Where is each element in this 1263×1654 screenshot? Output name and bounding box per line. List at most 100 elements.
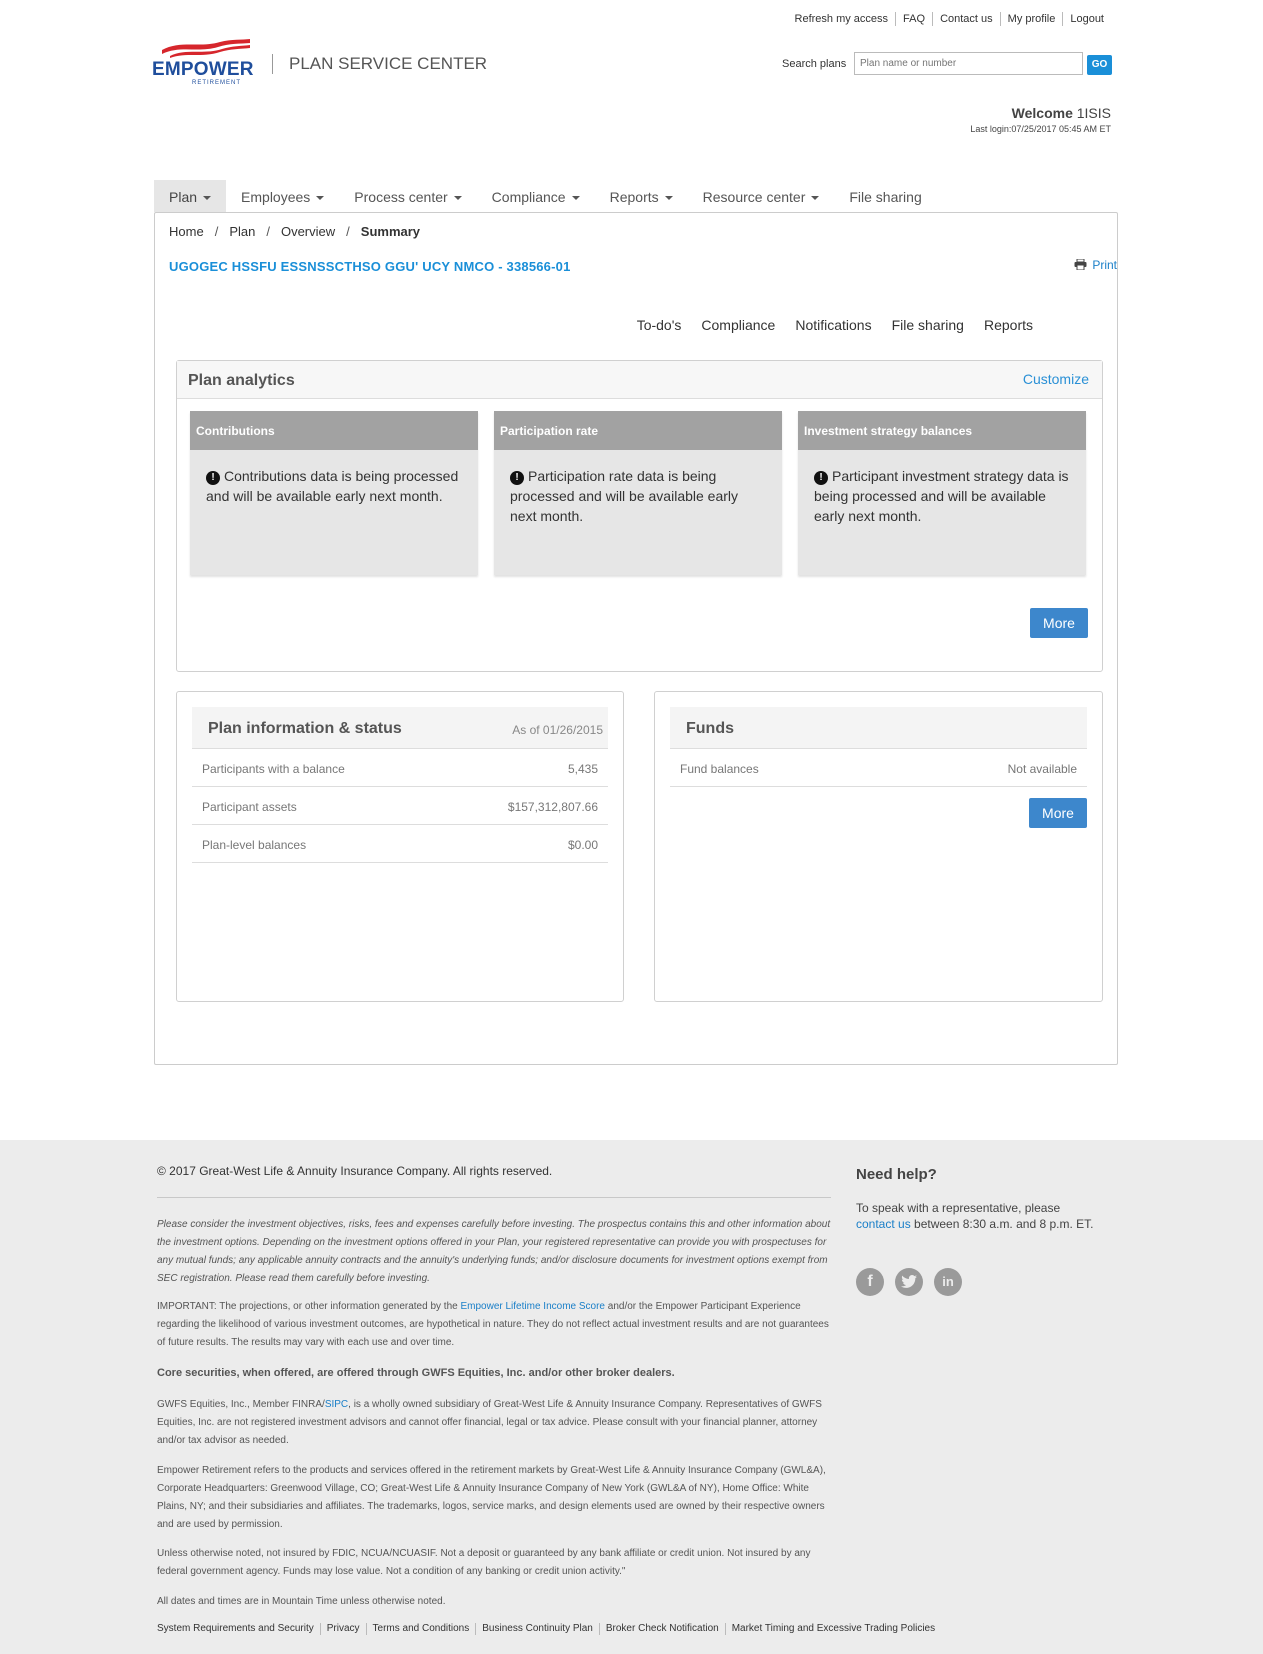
- search-plans-input[interactable]: [854, 52, 1083, 75]
- subnav-notifications[interactable]: Notifications: [795, 317, 871, 333]
- nav-plan[interactable]: Plan: [154, 180, 227, 212]
- faq-link[interactable]: FAQ: [895, 12, 932, 26]
- nav-file-sharing[interactable]: File sharing: [834, 180, 936, 212]
- footer-divider: [157, 1197, 831, 1198]
- search-go-button[interactable]: GO: [1087, 55, 1112, 75]
- funds-header: Funds: [670, 707, 1087, 749]
- lifetime-income-score-link[interactable]: Empower Lifetime Income Score: [460, 1301, 605, 1312]
- logout-link[interactable]: Logout: [1062, 12, 1111, 26]
- exclamation-icon: !: [814, 471, 828, 485]
- printer-icon: [1074, 259, 1087, 270]
- gwfs-text: GWFS Equities, Inc., Member FINRA/: [157, 1399, 325, 1410]
- welcome-label: Welcome: [1011, 105, 1073, 121]
- flag-icon: [162, 39, 250, 58]
- customize-link[interactable]: Customize: [1023, 371, 1089, 387]
- breadcrumb-overview[interactable]: Overview: [281, 224, 335, 239]
- nav-reports-label: Reports: [609, 189, 659, 205]
- plan-analytics-panel: Plan analytics Customize Contributions !…: [176, 360, 1103, 672]
- caret-down-icon: [316, 196, 325, 201]
- funds-more-button[interactable]: More: [1029, 798, 1087, 828]
- empower-logo[interactable]: EMPOWER RETIREMENT: [152, 38, 254, 90]
- brand-name: EMPOWER: [152, 59, 254, 80]
- row-value: $0.00: [567, 838, 598, 852]
- contact-us-footer-link[interactable]: contact us: [856, 1217, 911, 1231]
- breadcrumb-separator: /: [266, 224, 270, 239]
- nav-compliance-label: Compliance: [491, 189, 566, 205]
- breadcrumb-summary: Summary: [360, 224, 421, 239]
- breadcrumb-plan[interactable]: Plan: [229, 224, 255, 239]
- plan-info-title: Plan information & status: [208, 720, 402, 737]
- nav-resource-center-label: Resource center: [702, 189, 806, 205]
- exclamation-icon: !: [510, 471, 524, 485]
- row-label: Plan-level balances: [202, 838, 307, 852]
- subnav-compliance[interactable]: Compliance: [701, 317, 775, 333]
- nav-reports[interactable]: Reports: [595, 180, 688, 212]
- as-of-date: As of 01/26/2015: [512, 723, 603, 737]
- business-continuity-link[interactable]: Business Continuity Plan: [475, 1623, 599, 1635]
- last-login: Last login:07/25/2017 05:45 AM ET: [970, 124, 1111, 134]
- app-title: PLAN SERVICE CENTER: [272, 54, 487, 74]
- system-requirements-link[interactable]: System Requirements and Security: [157, 1623, 320, 1635]
- nav-compliance[interactable]: Compliance: [477, 180, 595, 212]
- twitter-icon[interactable]: [895, 1268, 923, 1296]
- exclamation-icon: !: [206, 471, 220, 485]
- welcome-text: Welcome 1ISIS: [1012, 105, 1111, 121]
- footer-links: System Requirements and Security Privacy…: [157, 1623, 941, 1635]
- breadcrumb-separator: /: [346, 224, 350, 239]
- tile-message-text: Contributions data is being processed an…: [206, 468, 459, 504]
- terms-link[interactable]: Terms and Conditions: [365, 1623, 476, 1635]
- subnav-file-sharing[interactable]: File sharing: [892, 317, 964, 333]
- print-button[interactable]: Print: [1074, 258, 1117, 272]
- investment-disclaimer: Please consider the investment objective…: [157, 1219, 831, 1284]
- linkedin-icon[interactable]: in: [934, 1268, 962, 1296]
- fdic-notice: Unless otherwise noted, not insured by F…: [157, 1548, 811, 1577]
- search-label: Search plans: [782, 58, 847, 70]
- tile-title: Investment strategy balances: [798, 411, 1086, 450]
- market-timing-link[interactable]: Market Timing and Excessive Trading Poli…: [724, 1623, 941, 1635]
- table-row: Plan-level balances $0.00: [192, 825, 608, 863]
- tile-message-text: Participation rate data is being process…: [510, 468, 739, 524]
- main-nav: Plan Employees Process center Compliance…: [154, 180, 937, 212]
- subnav-todos[interactable]: To-do's: [637, 317, 682, 333]
- nav-employees-label: Employees: [241, 189, 311, 205]
- facebook-icon[interactable]: f: [856, 1268, 884, 1296]
- help-text: To speak with a representative, please: [856, 1201, 1061, 1215]
- tile-message: ! Participation rate data is being proces…: [494, 450, 782, 526]
- nav-resource-center[interactable]: Resource center: [688, 180, 835, 212]
- twitter-bird-shape: [901, 1275, 917, 1288]
- sipc-link[interactable]: SIPC: [325, 1399, 348, 1410]
- my-profile-link[interactable]: My profile: [999, 12, 1063, 26]
- privacy-link[interactable]: Privacy: [319, 1623, 366, 1635]
- nav-process-center[interactable]: Process center: [339, 180, 476, 212]
- tile-message: ! Contributions data is being processed a…: [190, 450, 478, 506]
- refresh-access-link[interactable]: Refresh my access: [788, 12, 896, 26]
- breadcrumb-home[interactable]: Home: [169, 224, 204, 239]
- analytics-more-button[interactable]: More: [1030, 608, 1088, 638]
- row-label: Fund balances: [680, 762, 759, 776]
- table-row: Fund balances Not available: [670, 749, 1087, 787]
- investment-strategy-tile: Investment strategy balances ! Participan…: [798, 411, 1086, 575]
- caret-down-icon: [664, 196, 673, 201]
- plan-title: UGOGEC HSSFU ESSNSSCTHSO GGU' UCY NMCO -…: [169, 259, 571, 274]
- tile-title: Participation rate: [494, 411, 782, 450]
- copyright: © 2017 Great-West Life & Annuity Insuran…: [157, 1164, 553, 1178]
- need-help-title: Need help?: [856, 1166, 937, 1183]
- row-label: Participants with a balance: [202, 762, 345, 776]
- table-row: Participant assets $157,312,807.66: [192, 787, 608, 825]
- plan-analytics-header: Plan analytics Customize: [177, 361, 1102, 399]
- nav-plan-label: Plan: [169, 189, 198, 205]
- broker-check-link[interactable]: Broker Check Notification: [598, 1623, 725, 1635]
- caret-down-icon: [453, 196, 462, 201]
- subnav-reports[interactable]: Reports: [984, 317, 1033, 333]
- caret-down-icon: [811, 196, 820, 201]
- print-label: Print: [1092, 258, 1117, 272]
- core-securities-notice: Core securities, when offered, are offer…: [157, 1367, 675, 1379]
- tile-message: ! Participant investment strategy data is…: [798, 450, 1086, 526]
- brand-sub: RETIREMENT: [192, 80, 241, 86]
- plan-info-panel: Plan information & status As of 01/26/20…: [176, 691, 624, 1002]
- nav-employees[interactable]: Employees: [226, 180, 339, 212]
- user-name: 1ISIS: [1076, 105, 1111, 121]
- contact-us-link[interactable]: Contact us: [932, 12, 1000, 26]
- important-notice: IMPORTANT: The projections, or other inf…: [157, 1298, 833, 1352]
- utility-nav: Refresh my access FAQ Contact us My prof…: [788, 12, 1111, 26]
